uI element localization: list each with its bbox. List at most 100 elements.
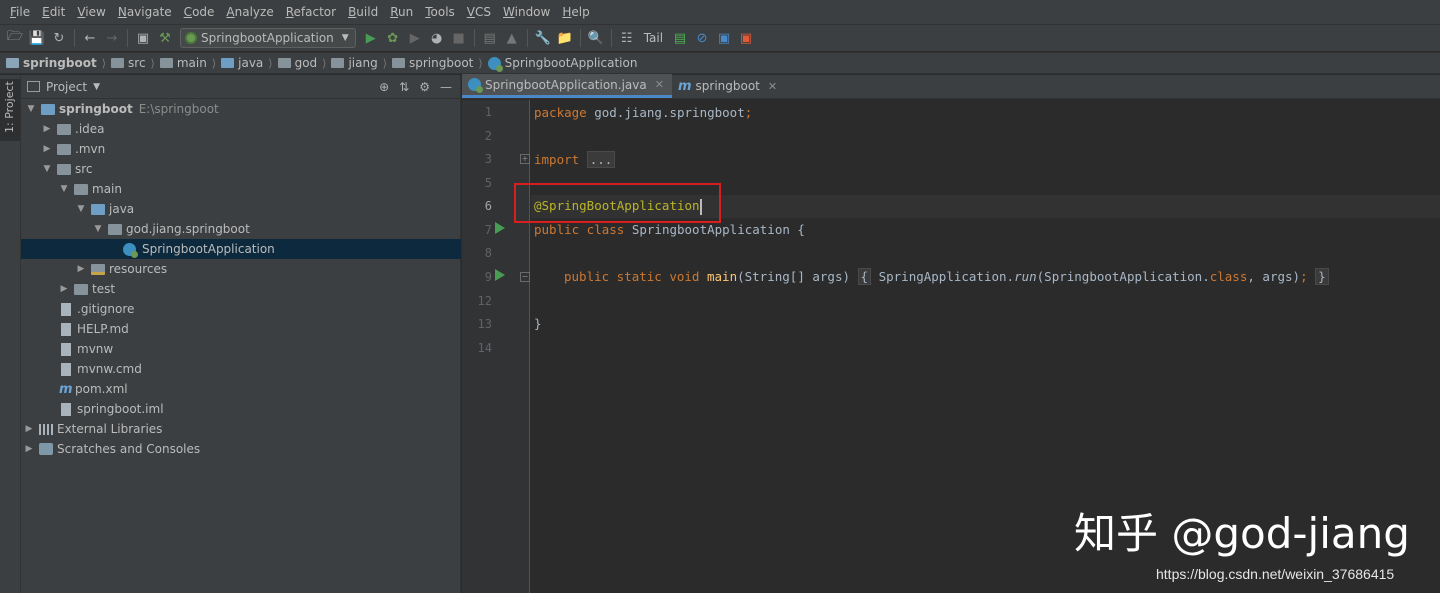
settings-icon[interactable]: 🔧 <box>532 27 554 49</box>
menu-tools[interactable]: Tools <box>419 0 461 24</box>
line-number-current: 6 <box>484 199 492 213</box>
tree-item-springbootapplication[interactable]: SpringbootApplication <box>21 239 461 259</box>
chevron-down-icon[interactable]: ▼ <box>58 184 70 194</box>
tree-item-idea[interactable]: ▶ .idea <box>21 119 461 139</box>
project-structure-icon[interactable]: ▤ <box>479 27 501 49</box>
breadcrumb-item-god[interactable]: god ⟩ <box>277 56 332 70</box>
semicolon: ; <box>744 105 753 120</box>
chevron-right-icon[interactable]: ▶ <box>41 144 53 154</box>
tree-item-mvnw[interactable]: mvnw <box>21 339 461 359</box>
breadcrumb-item-springboot[interactable]: springboot ⟩ <box>392 56 488 70</box>
fold-brace-open[interactable]: { <box>857 268 872 285</box>
keyword: public static void <box>564 269 700 284</box>
run-configuration-select[interactable]: SpringbootApplication ▼ <box>180 28 356 48</box>
breadcrumb-item-src[interactable]: src ⟩ <box>111 56 160 70</box>
tail-button[interactable]: Tail <box>638 31 669 45</box>
folder-icon <box>57 163 71 175</box>
chevron-right-icon[interactable]: ▶ <box>75 264 87 274</box>
tree-item-pom-xml[interactable]: m pom.xml <box>21 379 461 399</box>
menu-navigate[interactable]: Navigate <box>112 0 178 24</box>
tab-springboot-pom[interactable]: m springboot ✕ <box>672 74 785 98</box>
sync-icon[interactable]: ↻ <box>48 27 70 49</box>
chevron-down-icon[interactable]: ▼ <box>75 204 87 214</box>
menu-file[interactable]: File <box>4 0 36 24</box>
hammer-icon[interactable]: ⚒ <box>154 27 176 49</box>
chevron-down-icon[interactable]: ▼ <box>41 164 53 174</box>
chevron-down-icon[interactable]: ▼ <box>92 224 104 234</box>
menu-run[interactable]: Run <box>384 0 419 24</box>
save-icon[interactable]: 💾 <box>26 27 48 49</box>
breadcrumb-item-springboot-root[interactable]: springboot ⟩ <box>6 56 111 70</box>
project-view-selector[interactable]: Project <box>46 80 87 94</box>
build-icon[interactable]: ▣ <box>132 27 154 49</box>
menu-analyze[interactable]: Analyze <box>220 0 279 24</box>
tree-item-test[interactable]: ▶ test <box>21 279 461 299</box>
close-icon[interactable]: ✕ <box>655 78 664 91</box>
breadcrumb-separator: ⟩ <box>478 56 483 70</box>
chevron-right-icon[interactable]: ▶ <box>23 444 35 454</box>
menu-view[interactable]: View <box>71 0 111 24</box>
back-icon[interactable]: ← <box>79 27 101 49</box>
locate-icon[interactable]: ⊕ <box>379 80 389 94</box>
fold-toggle-icon[interactable]: − <box>520 272 530 282</box>
search-icon[interactable]: 🔍 <box>585 27 607 49</box>
run-icon[interactable]: ▶ <box>360 27 382 49</box>
chevron-right-icon[interactable]: ▶ <box>58 284 70 294</box>
run-gutter-icon[interactable] <box>495 222 505 234</box>
monitor-icon[interactable]: ▤ <box>669 27 691 49</box>
chevron-down-icon[interactable]: ▼ <box>93 82 100 92</box>
debug-icon[interactable]: ✿ <box>382 27 404 49</box>
fold-brace-close[interactable]: } <box>1315 268 1329 285</box>
menu-code[interactable]: Code <box>178 0 221 24</box>
tree-item-main[interactable]: ▼ main <box>21 179 461 199</box>
run-gutter-icon[interactable] <box>495 269 505 281</box>
tree-item-external-libraries[interactable]: ▶ External Libraries <box>21 419 461 439</box>
translate-icon[interactable]: ▣ <box>713 27 735 49</box>
tree-item-resources[interactable]: ▶ resources <box>21 259 461 279</box>
breadcrumb-item-jiang[interactable]: jiang ⟩ <box>331 56 392 70</box>
folded-imports[interactable]: ... <box>586 151 616 168</box>
no-entry-icon[interactable]: ⊘ <box>691 27 713 49</box>
breadcrumb-item-springbootapplication[interactable]: SpringbootApplication <box>487 56 637 72</box>
close-icon[interactable]: ✕ <box>768 80 777 93</box>
sdk-icon[interactable]: ▲ <box>501 27 523 49</box>
tree-item-springboot[interactable]: ▼ springboot E:\springboot <box>21 99 461 119</box>
tree-item-mvnw-cmd[interactable]: mvnw.cmd <box>21 359 461 379</box>
folder-structure-icon[interactable]: 📁 <box>554 27 576 49</box>
chevron-down-icon[interactable]: ▼ <box>25 104 37 114</box>
tree-item-src[interactable]: ▼ src <box>21 159 461 179</box>
tree-item-help-md[interactable]: HELP.md <box>21 319 461 339</box>
breadcrumb-item-java[interactable]: java ⟩ <box>221 56 277 70</box>
menu-help[interactable]: Help <box>556 0 595 24</box>
hide-icon[interactable]: — <box>440 80 452 94</box>
tree-item-gitignore[interactable]: .gitignore <box>21 299 461 319</box>
coverage-icon[interactable]: ▶ <box>404 27 426 49</box>
tree-item-label: .mvn <box>75 142 106 156</box>
tab-springbootapplication-java[interactable]: SpringbootApplication.java ✕ <box>462 74 672 98</box>
breadcrumb-separator: ⟩ <box>382 56 387 70</box>
folder-icon <box>159 58 173 68</box>
stop-icon[interactable]: ■ <box>448 27 470 49</box>
open-icon[interactable]: 🗁 <box>4 27 26 49</box>
menu-window[interactable]: Window <box>497 0 556 24</box>
tree-item-java[interactable]: ▼ java <box>21 199 461 219</box>
tree-item-package[interactable]: ▼ god.jiang.springboot <box>21 219 461 239</box>
profile-icon[interactable]: ◕ <box>426 27 448 49</box>
collapse-all-icon[interactable]: ⇅ <box>399 80 409 94</box>
gear-icon[interactable]: ⚙ <box>419 80 430 94</box>
chevron-right-icon[interactable]: ▶ <box>41 124 53 134</box>
vcs-icon[interactable]: ☷ <box>616 27 638 49</box>
forward-icon[interactable]: → <box>101 27 123 49</box>
chevron-right-icon[interactable]: ▶ <box>23 424 35 434</box>
breadcrumb-item-main[interactable]: main ⟩ <box>159 56 221 70</box>
menu-refactor[interactable]: Refactor <box>280 0 342 24</box>
project-tool-window-label[interactable]: 1: Project <box>3 81 16 133</box>
google-icon[interactable]: ▣ <box>735 27 757 49</box>
menu-build[interactable]: Build <box>342 0 384 24</box>
tree-item-mvn[interactable]: ▶ .mvn <box>21 139 461 159</box>
menu-edit[interactable]: Edit <box>36 0 71 24</box>
menu-vcs[interactable]: VCS <box>461 0 497 24</box>
tree-item-springboot-iml[interactable]: springboot.iml <box>21 399 461 419</box>
fold-toggle-icon[interactable]: + <box>520 154 530 164</box>
tree-item-scratches[interactable]: ▶ Scratches and Consoles <box>21 439 461 459</box>
